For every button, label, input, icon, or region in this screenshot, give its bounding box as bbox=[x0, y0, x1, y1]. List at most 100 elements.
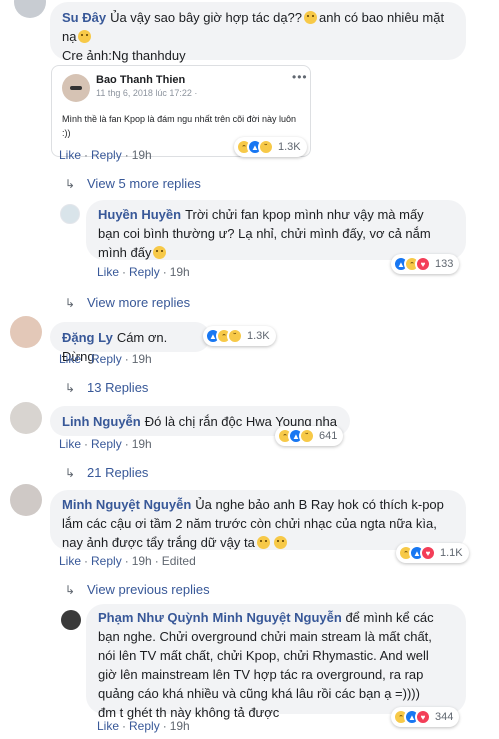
comment-author[interactable]: Minh Nguyệt Nguyễn bbox=[62, 497, 191, 512]
reaction-summary[interactable]: ᵔ ▲ ˘ 641 bbox=[275, 426, 344, 446]
sad-icon: ˘ bbox=[258, 139, 274, 155]
reaction-summary[interactable]: ▲ ᵔ ♥ 133 bbox=[391, 254, 460, 274]
shared-post-text: Mình thề là fan Kpop là đám ngu nhất trê… bbox=[62, 114, 297, 138]
shared-post-author: Bao Thanh Thien bbox=[96, 74, 186, 86]
sad-icon: ˘ bbox=[299, 428, 315, 444]
comment-time[interactable]: 19h bbox=[132, 148, 152, 162]
sad-icon: ˘ bbox=[227, 328, 243, 344]
comment-text: quảng cáo khá nhiều và cũng khá lâu rồi … bbox=[98, 686, 420, 701]
reaction-count: 1.1K bbox=[440, 547, 463, 559]
comment-actions: Like · Reply · 19h bbox=[59, 352, 152, 366]
comment-actions: Like · Reply · 19h bbox=[59, 437, 152, 451]
avatar[interactable] bbox=[61, 610, 81, 630]
comment-text: để mình kể các bbox=[345, 610, 434, 625]
avatar[interactable] bbox=[10, 402, 42, 434]
like-link[interactable]: Like bbox=[97, 265, 119, 279]
view-previous-replies-label: View previous replies bbox=[87, 582, 210, 597]
comment-time[interactable]: 19h bbox=[132, 554, 152, 568]
view-more-replies[interactable]: ↳ View more replies bbox=[65, 294, 190, 312]
view-replies[interactable]: ↳ 13 Replies bbox=[65, 379, 148, 397]
view-replies[interactable]: ↳ 21 Replies bbox=[65, 464, 148, 482]
comment-time[interactable]: 19h bbox=[170, 719, 190, 733]
reply-arrow-icon: ↳ bbox=[65, 381, 76, 395]
reaction-count: 344 bbox=[435, 711, 454, 723]
smiley-icon bbox=[153, 246, 167, 259]
like-link[interactable]: Like bbox=[59, 352, 81, 366]
love-icon: ♥ bbox=[415, 709, 431, 725]
reaction-count: 641 bbox=[319, 430, 338, 442]
comment-text: giờ lên mainstream lên TV hợp tác ra ove… bbox=[98, 667, 424, 682]
upside-down-face-icon bbox=[273, 536, 287, 549]
reaction-summary[interactable]: ᵔ ▲ ♥ 1.1K bbox=[396, 543, 469, 563]
edited-label[interactable]: Edited bbox=[162, 554, 196, 568]
comment-actions: Like · Reply · 19h bbox=[59, 148, 152, 162]
replies-count-label: 21 Replies bbox=[87, 465, 149, 480]
smiley-icon bbox=[78, 30, 92, 43]
comment-text: nạ bbox=[62, 29, 77, 44]
comment-bubble: Phạm Như Quỳnh Minh Nguyệt Nguyễn để mình… bbox=[86, 604, 466, 720]
reaction-summary[interactable]: ▲ ᵔ ˘ 1.3K bbox=[203, 326, 276, 346]
reply-link[interactable]: Reply bbox=[129, 265, 160, 279]
comment-text: lắm các cậu ơi tầm 2 năm trước còn chửi … bbox=[62, 516, 437, 531]
view-previous-replies[interactable]: ↳ View previous replies bbox=[65, 581, 210, 599]
comment-text: Ủa vậy sao bây giờ hợp tác dạ?? bbox=[110, 10, 303, 25]
reply-link[interactable]: Reply bbox=[91, 148, 122, 162]
comment-author[interactable]: Linh Nguyễn bbox=[62, 414, 141, 429]
view-more-replies-label: View more replies bbox=[87, 295, 191, 310]
comment-text: Trời chửi fan kpop mình như vậy mà mấy bbox=[185, 207, 424, 222]
view-more-replies[interactable]: ↳ View 5 more replies bbox=[65, 175, 201, 193]
comment-text: Cre ảnh:Ng thanhduy bbox=[62, 48, 186, 63]
avatar[interactable] bbox=[10, 484, 42, 516]
like-link[interactable]: Like bbox=[97, 719, 119, 733]
comment-author[interactable]: Huyền Huyền bbox=[98, 207, 181, 222]
reaction-count: 1.3K bbox=[247, 330, 270, 342]
comment-time[interactable]: 19h bbox=[170, 265, 190, 279]
reply-arrow-icon: ↳ bbox=[65, 177, 76, 191]
more-options-icon: ••• bbox=[292, 70, 308, 84]
like-link[interactable]: Like bbox=[59, 554, 81, 568]
comment-actions: Like · Reply · 19h bbox=[97, 719, 190, 733]
love-icon: ♥ bbox=[415, 256, 431, 272]
comment-text: Ủa nghe bảo anh B Ray hok có thích k-pop bbox=[195, 497, 444, 512]
reply-arrow-icon: ↳ bbox=[65, 466, 76, 480]
upside-down-face-icon bbox=[256, 536, 270, 549]
comment-text: nay ảnh được tẩy trắng dữ vậy ta bbox=[62, 535, 255, 550]
smiley-icon bbox=[304, 11, 318, 24]
reaction-summary[interactable]: ᵔ ▲ ♥ 344 bbox=[391, 707, 460, 727]
comment-text: nói lên TV mất chất, chửi Kpop, chửi Rhy… bbox=[98, 648, 429, 663]
comment-bubble: Minh Nguyệt Nguyễn Ủa nghe bảo anh B Ray … bbox=[50, 490, 466, 550]
like-link[interactable]: Like bbox=[59, 437, 81, 451]
comment-time[interactable]: 19h bbox=[132, 437, 152, 451]
comment-author[interactable]: Đặng Ly bbox=[62, 330, 113, 345]
reply-link[interactable]: Reply bbox=[129, 719, 160, 733]
replies-count-label: 13 Replies bbox=[87, 380, 149, 395]
comment-actions: Like · Reply · 19h · Edited bbox=[59, 554, 196, 568]
avatar bbox=[62, 74, 90, 102]
comment-actions: Like · Reply · 19h bbox=[97, 265, 190, 279]
reply-link[interactable]: Reply bbox=[91, 352, 122, 366]
reaction-count: 1.3K bbox=[278, 141, 301, 153]
comment-time[interactable]: 19h bbox=[132, 352, 152, 366]
mention-link[interactable]: Minh Nguyệt Nguyễn bbox=[213, 610, 342, 625]
reply-link[interactable]: Reply bbox=[91, 437, 122, 451]
comment-text: bạn coi bình thường ư? Lạ nhỉ, chửi mình… bbox=[98, 226, 431, 241]
comment-bubble: Huyền Huyền Trời chửi fan kpop mình như v… bbox=[86, 200, 466, 260]
like-link[interactable]: Like bbox=[59, 148, 81, 162]
reply-link[interactable]: Reply bbox=[91, 554, 122, 568]
avatar[interactable] bbox=[10, 316, 42, 348]
comment-text: bạn nghe. Chửi overground chửi main stre… bbox=[98, 629, 432, 644]
comment-text: anh có bao nhiêu mặt bbox=[319, 10, 445, 25]
reply-arrow-icon: ↳ bbox=[65, 583, 76, 597]
avatar[interactable] bbox=[14, 0, 46, 18]
reaction-summary[interactable]: ᵔ ▲ ˘ 1.3K bbox=[234, 137, 307, 157]
love-icon: ♥ bbox=[420, 545, 436, 561]
comment-bubble: Đặng Ly Cám ơn. Đừng bbox=[50, 322, 210, 364]
comment-author[interactable]: Su Đây bbox=[62, 10, 106, 25]
reaction-count: 133 bbox=[435, 258, 454, 270]
avatar[interactable] bbox=[60, 204, 80, 224]
view-more-replies-label: View 5 more replies bbox=[87, 176, 201, 191]
comment-author[interactable]: Phạm Như Quỳnh bbox=[98, 610, 209, 625]
comment-bubble: Su Đây Ủa vậy sao bây giờ hợp tác dạ?? anh… bbox=[50, 2, 466, 63]
comment-text: mình đấy bbox=[98, 245, 152, 260]
shared-post-timestamp: 11 thg 6, 2018 lúc 17:22 · bbox=[96, 88, 198, 98]
